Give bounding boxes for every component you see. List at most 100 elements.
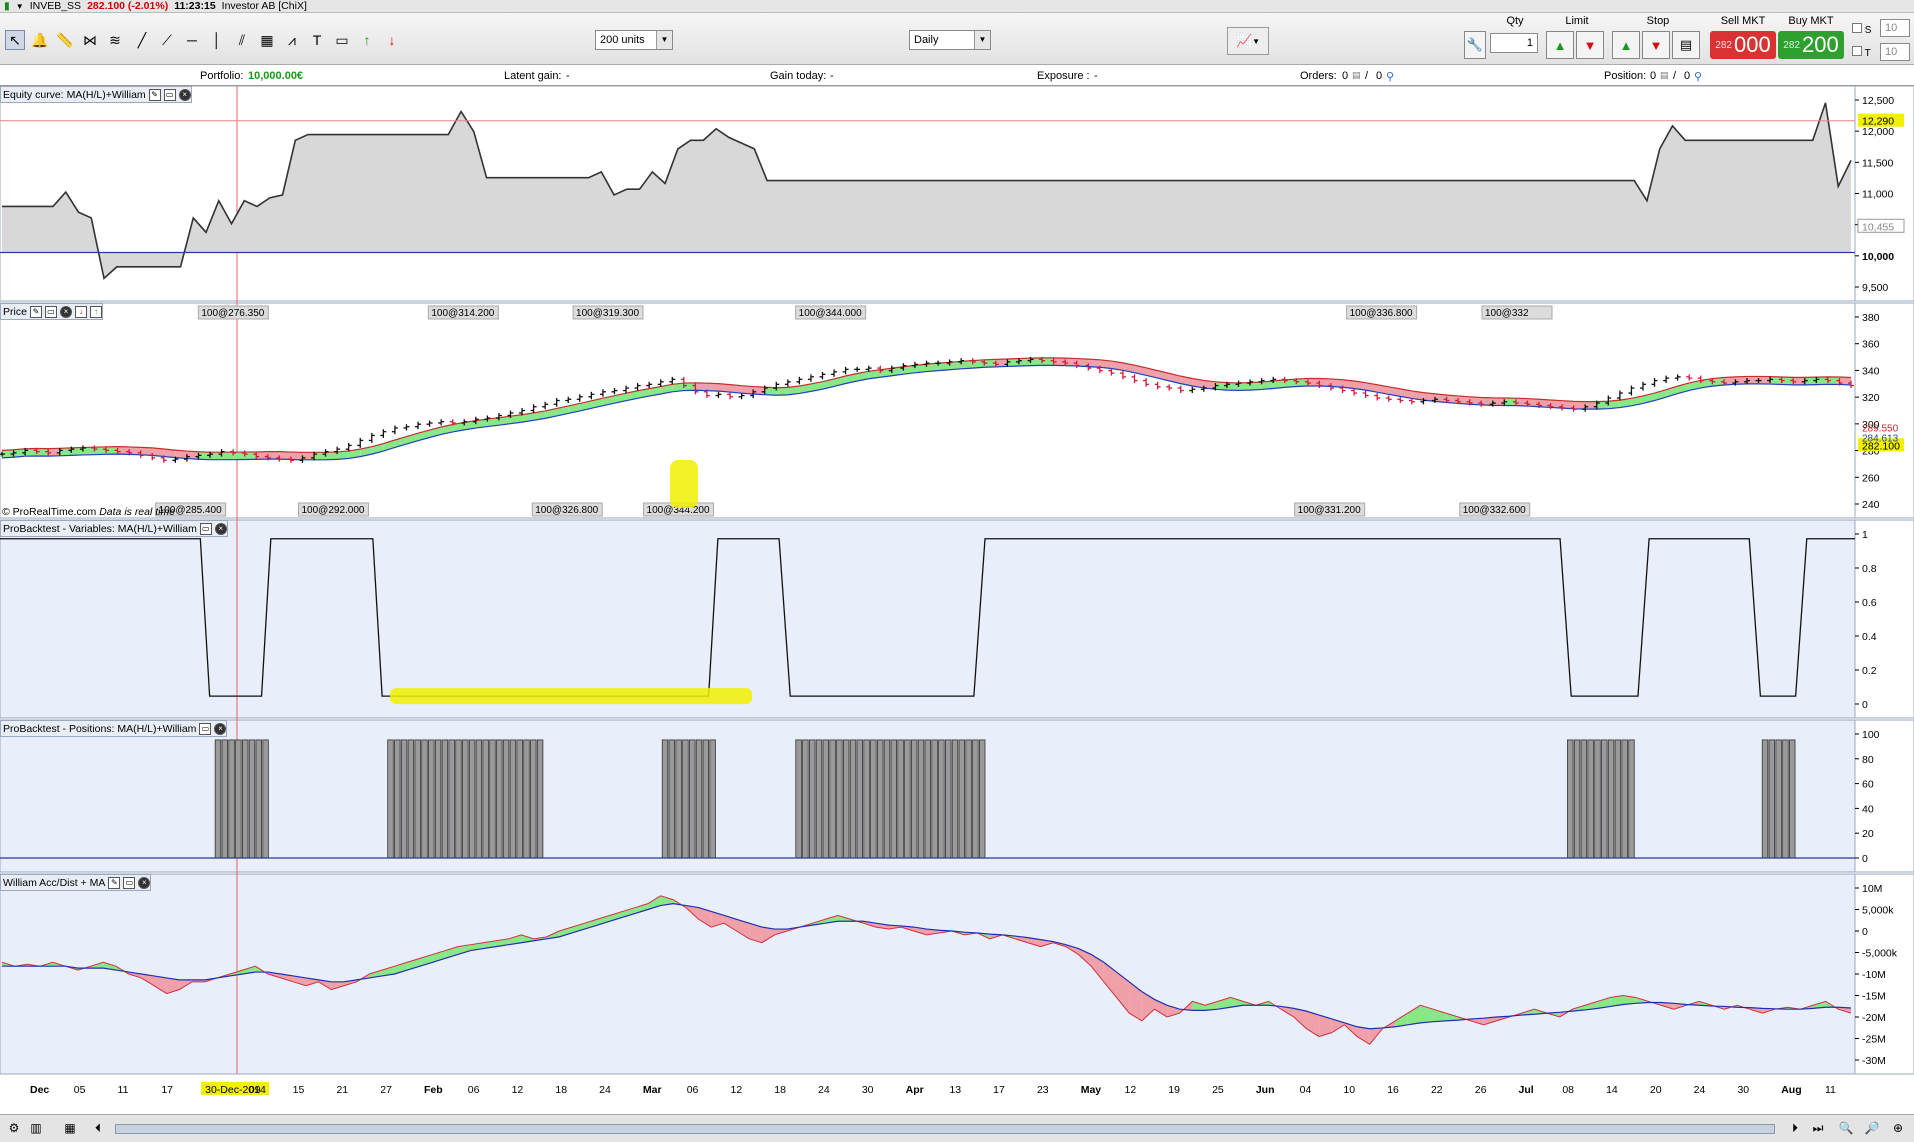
- ruler-icon[interactable]: 📏: [55, 30, 75, 50]
- t-checkbox[interactable]: T: [1852, 46, 1871, 59]
- close-icon[interactable]: ×: [214, 722, 227, 735]
- position-value-2[interactable]: 0: [1684, 70, 1690, 82]
- maximize-icon[interactable]: ▭: [199, 722, 212, 735]
- chart-type-button[interactable]: 📈 ▼: [1227, 27, 1269, 55]
- y-tick-label: -5,000k: [1862, 948, 1898, 960]
- wrench-icon[interactable]: ✎: [148, 88, 161, 101]
- scroll-right-icon[interactable]: ⏵: [1787, 1121, 1803, 1137]
- close-icon[interactable]: ×: [178, 88, 191, 101]
- scroll-end-icon[interactable]: ⏭: [1810, 1121, 1826, 1137]
- position-bar: [849, 739, 857, 859]
- units-select[interactable]: 200 units ▼: [595, 30, 673, 50]
- vertical-line-icon[interactable]: │: [207, 30, 227, 50]
- zoom-reset-icon[interactable]: ⊕: [1890, 1121, 1906, 1137]
- s-value-input[interactable]: 10: [1880, 19, 1910, 37]
- settings-icon[interactable]: ⚙: [6, 1121, 22, 1137]
- stop-sell-button[interactable]: ▼: [1642, 31, 1670, 59]
- cursor-icon[interactable]: ↖: [5, 30, 25, 50]
- x-axis-label: 18: [555, 1084, 567, 1096]
- price-panel-header[interactable]: Price ✎ ▭ × ↓ ↑: [0, 303, 103, 320]
- wrench-icon[interactable]: ✎: [29, 305, 42, 318]
- qty-input[interactable]: 1: [1490, 33, 1538, 53]
- ma-band-segment: [117, 446, 130, 455]
- orders-icon[interactable]: ▤: [1352, 70, 1361, 81]
- table-icon[interactable]: ▦: [62, 1121, 78, 1137]
- ray-icon[interactable]: ⟋: [157, 30, 177, 50]
- position-bar: [695, 739, 703, 859]
- y-tick-label: 11,500: [1862, 157, 1893, 169]
- bar-chart-icon[interactable]: ▥: [28, 1121, 44, 1137]
- latent-gain-label: Latent gain:: [504, 70, 562, 82]
- position-bar: [965, 739, 972, 859]
- position-bar: [795, 739, 802, 859]
- trendline-icon[interactable]: ╱: [132, 30, 152, 50]
- stop-limit-button[interactable]: ▤: [1672, 31, 1700, 59]
- maximize-icon[interactable]: ▭: [44, 305, 57, 318]
- ma-band-segment: [1585, 401, 1597, 410]
- maximize-icon[interactable]: ▭: [199, 522, 212, 535]
- close-icon[interactable]: ×: [138, 876, 151, 889]
- zigzag-icon[interactable]: ⋈: [80, 30, 100, 50]
- close-icon[interactable]: ×: [59, 305, 72, 318]
- horizontal-line-icon[interactable]: ─: [182, 30, 202, 50]
- variables-panel-header[interactable]: ProBacktest - Variables: MA(H/L)+William…: [0, 520, 228, 537]
- move-down-icon[interactable]: ↓: [74, 305, 87, 318]
- trend-pattern-icon[interactable]: ⩘: [282, 30, 302, 50]
- text-tool-icon[interactable]: T: [307, 30, 327, 50]
- zoom-out-icon[interactable]: 🔎: [1864, 1121, 1880, 1137]
- william-panel-header[interactable]: William Acc/Dist + MA ✎ ▭ ×: [0, 874, 152, 891]
- up-arrow-icon[interactable]: ↑: [357, 30, 377, 50]
- chart-canvas[interactable]: 12,50012,00011,50011,00010,50010,0009,50…: [0, 86, 1914, 1114]
- move-up-icon[interactable]: ↑: [89, 305, 102, 318]
- wrench-icon[interactable]: 🔧: [1464, 31, 1486, 59]
- position-icon[interactable]: ▤: [1660, 70, 1669, 81]
- t-value-input[interactable]: 10: [1880, 43, 1910, 61]
- s-checkbox[interactable]: S: [1852, 23, 1871, 36]
- position-bar: [1628, 739, 1635, 859]
- ma-band-segment: [94, 446, 107, 455]
- window-menu-arrow-icon[interactable]: ▼: [16, 2, 24, 11]
- sell-mkt-button[interactable]: 282 000: [1710, 31, 1776, 59]
- chart-area[interactable]: 12,50012,00011,50011,00010,50010,0009,50…: [0, 86, 1914, 1100]
- x-axis-label: 06: [468, 1084, 480, 1096]
- ma-band-segment: [1018, 358, 1031, 367]
- grid-icon[interactable]: ▦: [257, 30, 277, 50]
- panel-axis-1: [1854, 302, 1914, 519]
- zoom-in-icon[interactable]: 🔍: [1838, 1121, 1854, 1137]
- wrench-icon[interactable]: ✎: [108, 876, 121, 889]
- position-bar: [387, 739, 394, 859]
- orders-value[interactable]: 0: [1342, 70, 1348, 82]
- limit-buy-button[interactable]: ▲: [1546, 31, 1574, 59]
- ma-band-segment: [244, 451, 257, 460]
- limit-sell-button[interactable]: ▼: [1576, 31, 1604, 59]
- rectangle-icon[interactable]: ▭: [332, 30, 352, 50]
- buy-mkt-button[interactable]: 282 200: [1778, 31, 1844, 59]
- position-bar: [829, 739, 836, 859]
- x-axis-label: 06: [687, 1084, 699, 1096]
- positions-panel-header[interactable]: ProBacktest - Positions: MA(H/L)+William…: [0, 720, 228, 737]
- ma-band-segment: [36, 448, 49, 457]
- position-value[interactable]: 0: [1650, 70, 1656, 82]
- scroll-left-icon[interactable]: ⏴: [90, 1121, 106, 1137]
- position-bar: [661, 739, 669, 859]
- period-select[interactable]: Daily ▼: [909, 30, 991, 50]
- down-arrow-icon[interactable]: ↓: [382, 30, 402, 50]
- ma-band-segment: [683, 382, 696, 391]
- title-bar: ▮ ▼ INVEB_SS 282.100 (-2.01%) 11:23:15 I…: [0, 0, 1914, 13]
- orders-value-2[interactable]: 0: [1376, 70, 1382, 82]
- close-icon[interactable]: ×: [214, 522, 227, 535]
- ma-band-segment: [1538, 399, 1551, 408]
- maximize-icon[interactable]: ▭: [123, 876, 136, 889]
- horizontal-scrollbar[interactable]: [115, 1124, 1775, 1134]
- trade-label-top: 100@319.300: [576, 308, 639, 319]
- x-axis-label: 16: [1387, 1084, 1399, 1096]
- stop-buy-button[interactable]: ▲: [1612, 31, 1640, 59]
- channel-icon[interactable]: ⫽: [232, 30, 252, 50]
- equity-panel-header[interactable]: Equity curve: MA(H/L)+William ✎ ▭ ×: [0, 86, 192, 103]
- maximize-icon[interactable]: ▭: [163, 88, 176, 101]
- position-search-icon[interactable]: ⚲: [1694, 70, 1702, 83]
- position-bar: [221, 739, 228, 859]
- alert-bell-icon[interactable]: 🔔: [30, 30, 50, 50]
- fib-icon[interactable]: ≋: [105, 30, 125, 50]
- orders-search-icon[interactable]: ⚲: [1386, 70, 1394, 83]
